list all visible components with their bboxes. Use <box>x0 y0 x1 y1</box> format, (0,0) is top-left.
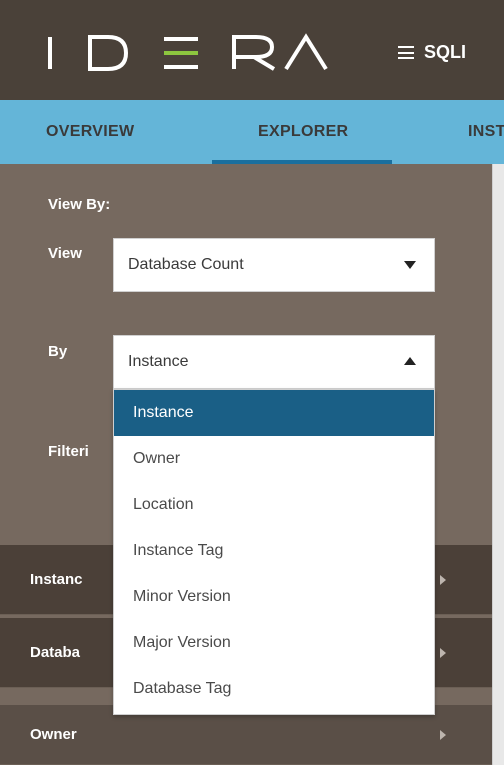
caret-up-icon <box>404 357 416 365</box>
group-owner-label: Owner <box>30 726 77 743</box>
group-instances-label: Instanc <box>30 571 83 588</box>
by-select-value: Instance <box>128 353 189 370</box>
tab-overview[interactable]: OVERVIEW <box>46 100 134 164</box>
app-header: SQLI <box>0 0 504 100</box>
chevron-right-icon <box>440 574 446 585</box>
tab-instances[interactable]: INST <box>468 100 504 164</box>
product-menu[interactable]: SQLI <box>398 42 466 63</box>
caret-down-icon <box>404 261 416 269</box>
hamburger-menu-icon[interactable] <box>398 46 414 59</box>
tab-explorer[interactable]: EXPLORER <box>211 100 394 164</box>
filtering-label: Filteri <box>48 443 89 460</box>
group-databases-label: Databa <box>30 644 81 661</box>
view-select-value: Database Count <box>128 256 244 273</box>
by-label: By <box>48 343 68 360</box>
chevron-right-icon <box>440 647 446 658</box>
chevron-right-icon <box>440 729 446 740</box>
by-dropdown-list: Instance Owner Location Instance Tag Min… <box>113 389 435 715</box>
content-area <box>492 164 504 765</box>
option-database-tag[interactable]: Database Tag <box>114 666 434 712</box>
option-owner[interactable]: Owner <box>114 436 434 482</box>
option-instance[interactable]: Instance <box>114 390 434 436</box>
view-select[interactable]: Database Count <box>113 238 435 292</box>
view-label: View <box>48 245 82 262</box>
option-major-version[interactable]: Major Version <box>114 620 434 666</box>
option-location[interactable]: Location <box>114 482 434 528</box>
view-by-heading: View By: <box>48 196 111 213</box>
option-instance-tag[interactable]: Instance Tag <box>114 528 434 574</box>
main-tabs: OVERVIEW EXPLORER INST <box>0 100 504 164</box>
idera-logo-image <box>48 33 328 71</box>
by-select[interactable]: Instance <box>113 335 435 389</box>
idera-logo[interactable] <box>46 33 328 73</box>
product-name: SQLI <box>424 42 467 62</box>
option-minor-version[interactable]: Minor Version <box>114 574 434 620</box>
